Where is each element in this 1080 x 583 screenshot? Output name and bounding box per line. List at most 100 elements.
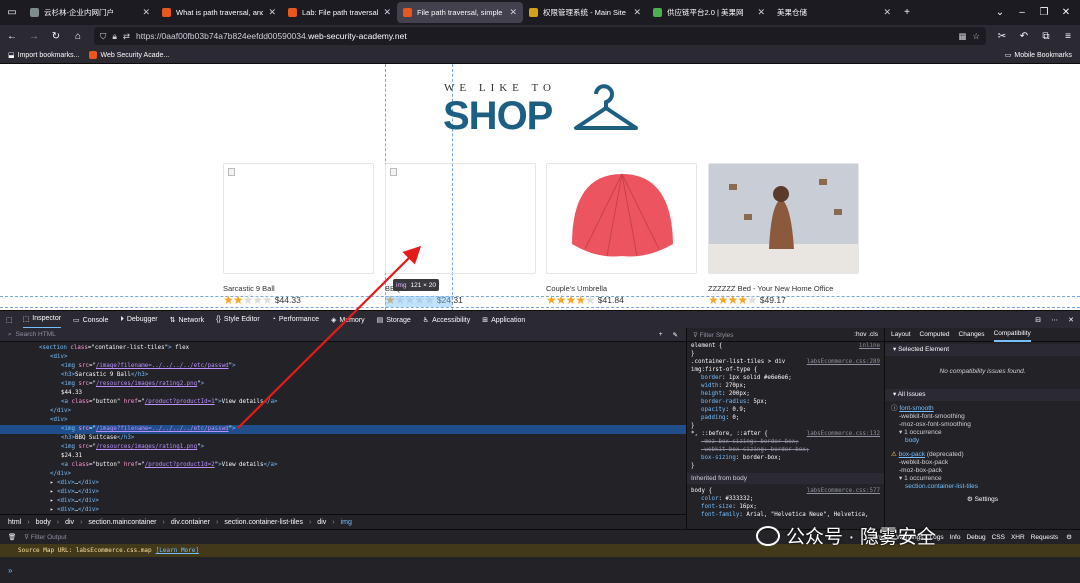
sidebar-tab-compatibility[interactable]: Compatibility [993,328,1031,342]
devtools-tab-network[interactable]: ⇅ Network [170,316,205,324]
forward-button[interactable]: → [28,31,40,42]
product-image[interactable] [385,163,536,274]
lock-icon[interactable]: 🔒︎ [112,31,117,42]
product-image[interactable] [546,163,697,274]
tab-1[interactable]: What is path traversal, and h ✕ [156,0,282,25]
tab-5[interactable]: 供应链平台2.0 | 美果网 ✕ [647,0,771,25]
mobile-bookmarks[interactable]: ▭ Mobile Bookmarks [1005,51,1072,60]
css-rule-line[interactable]: img:first-of-type { [687,366,884,374]
breadcrumb-item[interactable]: section.maincontainer [88,519,156,526]
tab-2[interactable]: Lab: File path traversal, simp✕ [282,0,397,25]
markup-node[interactable]: ▸ <div>…</div> [0,488,686,497]
breadcrumb-item[interactable]: body [36,519,51,526]
close-tab-icon[interactable]: ✕ [509,7,517,18]
markup-node[interactable]: <div> [0,353,686,362]
all-issues-header[interactable]: ▾ All Issues [885,389,1080,401]
devtools-tab-inspector[interactable]: ⬚ Inspector [22,311,62,329]
css-rule-line[interactable]: height: 200px; [687,390,884,398]
menu-icon[interactable]: ≡ [1062,31,1074,42]
markup-node[interactable]: <h3>BBQ Suitcase</h3> [0,434,686,443]
markup-node[interactable]: $44.33 [0,389,686,398]
css-rule-line[interactable]: font-size: 16px; [687,503,884,511]
css-rule-line[interactable]: opacity: 0.9; [687,406,884,414]
bookmark-web-security[interactable]: Web Security Acade... [89,51,169,59]
new-tab-button[interactable]: + [901,7,913,18]
minimize-button[interactable]: – [1016,7,1028,18]
pick-element-icon[interactable]: ⬚ [6,316,13,324]
close-window-button[interactable]: ✕ [1060,7,1072,18]
product-image[interactable] [708,163,859,274]
markup-node[interactable]: <a class="button" href="/product?product… [0,461,686,470]
close-tab-icon[interactable]: ✕ [268,7,276,18]
markup-node[interactable]: <a class="button" href="/product?product… [0,398,686,407]
breadcrumb-item[interactable]: div [317,519,326,526]
qr-code-icon[interactable]: ▦ [958,31,966,42]
pseudo-class-toggles[interactable]: :hov .cls [854,331,878,338]
tab-0[interactable]: 云杉林-企业内网门户 ✕ [24,0,156,25]
issue-property-link[interactable]: box-pack [899,451,925,458]
back-button[interactable]: ← [6,31,18,42]
css-rule-line[interactable]: element { inline [687,342,884,350]
reload-button[interactable]: ↻ [50,31,62,42]
tab-list-icon[interactable]: ▭ [6,7,18,18]
tab-3[interactable]: File path traversal, simple ca ✕ [397,2,523,23]
console-filter-css[interactable]: CSS [992,534,1005,541]
markup-node[interactable]: <section class="container-list-tiles"> f… [0,344,686,353]
breadcrumb-item[interactable]: div.container [171,519,210,526]
extension-icon[interactable]: ✂ [996,31,1008,42]
bookmark-star-icon[interactable]: ☆ [972,31,980,42]
console-filter-info[interactable]: Info [950,534,961,541]
devtools-tab-debugger[interactable]: ⏵ Debugger [120,316,157,324]
css-rule-line[interactable]: body { labsEcommerce.css:577 [687,487,884,495]
selected-element-header[interactable]: ▾ Selected Element [885,344,1080,356]
console-filter-requests[interactable]: Requests [1031,534,1058,541]
dock-icon[interactable]: ⊟ [1035,316,1041,324]
devtools-tab-style-editor[interactable]: {} Style Editor [216,316,259,323]
markup-node[interactable]: <div> [0,416,686,425]
undo-icon[interactable]: ↶ [1018,31,1030,42]
sidebar-tab-changes[interactable]: Changes [959,331,985,338]
css-rule-line[interactable]: box-sizing: border-box; [687,454,884,462]
breadcrumb-item[interactable]: section.container-list-tiles [224,519,303,526]
css-rule-line[interactable]: -webkit-box-sizing: border-box; [687,446,884,454]
markup-node[interactable]: <img src="/resources/images/rating1.png"… [0,443,686,452]
close-tab-icon[interactable]: ✕ [142,7,150,18]
shield-icon[interactable]: ⛉ [100,31,106,42]
settings-link[interactable]: ⚙ Settings [885,491,1080,503]
markup-node[interactable]: </div> [0,470,686,479]
more-options-icon[interactable]: ⋯ [1051,316,1058,324]
puzzle-extensions-icon[interactable]: ⧉ [1040,31,1052,42]
devtools-tab-memory[interactable]: ◈ Memory [331,316,365,324]
css-rule-line[interactable]: width: 270px; [687,382,884,390]
permissions-icon[interactable]: ⇄ [123,31,130,42]
filter-styles-input[interactable]: ⊽ Filter Styles [693,331,734,339]
search-html-input[interactable]: ⌕ Search HTML + ✎ [0,328,686,342]
markup-node[interactable]: <h3>Sarcastic 9 Ball</h3> [0,371,686,380]
markup-node[interactable]: <img src="/image?filename=../../../../et… [0,425,686,434]
devtools-tab-application[interactable]: ⊞ Application [482,316,525,324]
sidebar-tab-layout[interactable]: Layout [891,331,911,338]
css-rule-line[interactable]: } [687,350,884,358]
sidebar-tab-computed[interactable]: Computed [920,331,950,338]
console-filter-xhr[interactable]: XHR [1011,534,1025,541]
console-filter-input[interactable]: ⊽ Filter Output [24,533,66,541]
markup-node[interactable]: <img src="/resources/images/rating2.png"… [0,380,686,389]
markup-node[interactable]: <img src="/image?filename=../../../../et… [0,362,686,371]
css-rule-line[interactable]: } [687,462,884,470]
url-bar[interactable]: ⛉ 🔒︎ ⇄ https://0aaf00fb03b74a7b824eefdd0… [94,27,986,45]
close-tab-icon[interactable]: ✕ [757,7,765,18]
learn-more-link[interactable]: [Learn More] [156,547,199,554]
add-node-icon[interactable]: + [659,331,663,338]
console-settings-icon[interactable]: ⚙ [1066,533,1072,541]
devtools-tab-performance[interactable]: ◔ Performance [272,316,319,323]
tab-6[interactable]: 美果仓储 ✕ [771,0,897,25]
close-devtools-icon[interactable]: ✕ [1068,316,1074,324]
css-rule-line[interactable]: padding: 0; [687,414,884,422]
shop-logo[interactable]: SHOP [443,94,553,139]
product-image[interactable] [223,163,374,274]
home-button[interactable]: ⌂ [72,31,84,42]
markup-node[interactable]: ▸ <div>…</div> [0,506,686,514]
close-tab-icon[interactable]: ✕ [633,7,641,18]
close-tab-icon[interactable]: ✕ [383,7,391,18]
markup-node[interactable]: $24.31 [0,452,686,461]
